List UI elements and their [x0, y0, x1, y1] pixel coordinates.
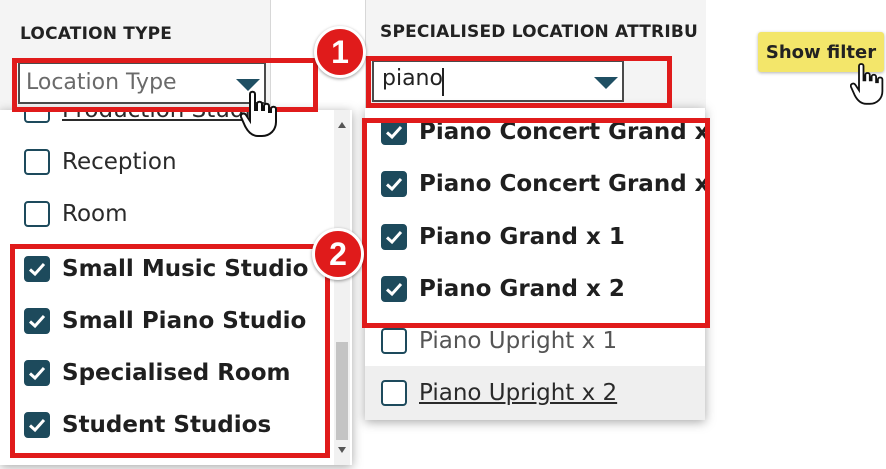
- list-item-label: Room: [62, 201, 128, 227]
- annotation-badge-1: 1: [314, 26, 366, 78]
- checkbox[interactable]: [24, 201, 50, 227]
- list-item-label: Piano Upright x 1: [419, 328, 618, 354]
- annotation-box-2: [10, 244, 330, 458]
- hand-cursor-icon: [850, 63, 884, 105]
- scroll-thumb[interactable]: [336, 342, 348, 440]
- scrollbar[interactable]: [334, 110, 350, 465]
- list-item-label: Reception: [62, 149, 177, 175]
- hand-cursor-icon: [240, 90, 277, 137]
- checkbox[interactable]: [381, 328, 407, 354]
- annotation-box-1-right: [366, 56, 672, 108]
- list-item[interactable]: Reception: [24, 138, 177, 186]
- checkbox[interactable]: [381, 380, 407, 406]
- list-item[interactable]: Production Studio: [24, 110, 265, 134]
- specialised-attributes-title: SPECIALISED LOCATION ATTRIBU: [380, 22, 699, 42]
- list-item[interactable]: Piano Upright x 2: [381, 369, 617, 417]
- list-item-label: Piano Upright x 2: [419, 380, 618, 406]
- checkbox[interactable]: [24, 149, 50, 175]
- scroll-down-icon[interactable]: [338, 447, 346, 453]
- list-item[interactable]: Room: [24, 190, 128, 238]
- scroll-up-icon[interactable]: [338, 122, 346, 128]
- location-type-title: LOCATION TYPE: [20, 24, 173, 44]
- annotation-box-2-right: [362, 118, 710, 328]
- annotation-badge-2: 2: [312, 228, 364, 280]
